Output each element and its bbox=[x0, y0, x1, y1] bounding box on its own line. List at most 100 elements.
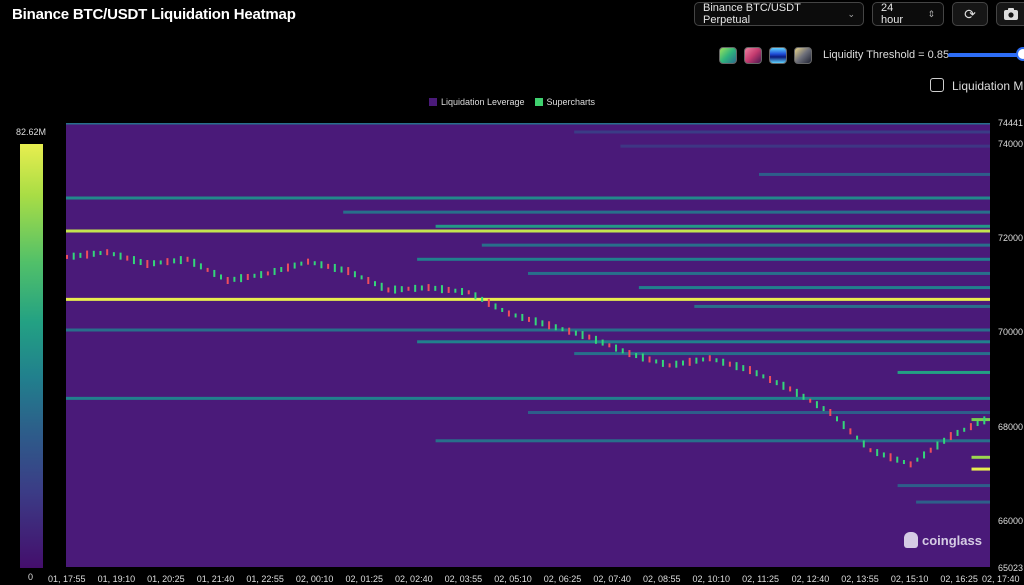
price-candle bbox=[139, 259, 142, 266]
price-candle bbox=[548, 321, 551, 330]
liquidation-mode-checkbox[interactable] bbox=[930, 78, 944, 92]
palette-blue-swatch[interactable] bbox=[769, 47, 787, 64]
legend-item-liquidation-leverage[interactable]: Liquidation Leverage bbox=[428, 97, 525, 107]
period-select[interactable]: 24 hour ⇕ bbox=[872, 2, 944, 26]
price-candle bbox=[353, 271, 356, 278]
legend-label: Supercharts bbox=[546, 97, 596, 107]
threshold-label: Liquidity Threshold = 0.85 bbox=[823, 49, 950, 61]
exchange-select[interactable]: Binance BTC/USDT Perpetual ⌄ bbox=[694, 2, 864, 26]
price-candle bbox=[742, 365, 745, 372]
price-candle bbox=[79, 252, 82, 258]
screenshot-button[interactable] bbox=[996, 2, 1024, 26]
price-candle bbox=[902, 460, 905, 465]
price-candle bbox=[923, 451, 926, 459]
price-candle bbox=[568, 327, 571, 335]
x-tick-label: 02, 08:55 bbox=[642, 574, 681, 584]
palette-dark-swatch[interactable] bbox=[794, 47, 812, 64]
threshold-slider[interactable] bbox=[948, 53, 1024, 57]
price-candle bbox=[554, 324, 557, 331]
heatmap-plot[interactable] bbox=[66, 123, 990, 567]
coinglass-watermark: coinglass bbox=[904, 532, 982, 548]
price-candle bbox=[829, 409, 832, 417]
price-candle bbox=[615, 344, 618, 352]
price-candle bbox=[494, 303, 497, 310]
price-candle bbox=[728, 361, 731, 367]
liquidity-band bbox=[66, 396, 990, 400]
heatmap-svg bbox=[66, 123, 990, 504]
price-candle bbox=[695, 357, 698, 364]
price-candle bbox=[220, 274, 222, 280]
y-tick-label: 74441 bbox=[998, 118, 1024, 128]
price-candle bbox=[487, 298, 490, 307]
chevron-down-icon: ⌄ bbox=[847, 8, 855, 19]
price-candle bbox=[722, 358, 725, 366]
price-candle bbox=[106, 249, 109, 256]
x-tick-label: 02, 16:25 bbox=[940, 574, 978, 584]
price-candle bbox=[802, 393, 805, 400]
refresh-icon: ⟳ bbox=[964, 5, 976, 22]
liquidity-band bbox=[694, 304, 990, 308]
x-tick-label: 02, 00:10 bbox=[295, 574, 334, 584]
price-candle bbox=[440, 285, 443, 294]
price-candle bbox=[541, 320, 544, 327]
price-candle bbox=[467, 290, 470, 295]
palette-picker bbox=[719, 47, 812, 64]
price-candle bbox=[936, 441, 939, 450]
liquidity-band bbox=[759, 172, 990, 176]
price-candle bbox=[661, 359, 664, 367]
price-candle bbox=[655, 359, 658, 364]
liquidity-band bbox=[481, 243, 990, 247]
price-candle bbox=[668, 363, 671, 368]
price-candle bbox=[889, 453, 892, 462]
liquidity-band bbox=[66, 123, 990, 125]
legend-swatch bbox=[428, 98, 437, 106]
legend-item-supercharts[interactable]: Supercharts bbox=[534, 97, 596, 107]
price-candle bbox=[407, 286, 410, 291]
liquidity-band bbox=[66, 328, 990, 332]
price-candle bbox=[682, 360, 684, 366]
colorbar bbox=[20, 144, 43, 568]
x-tick-label: 02, 01:25 bbox=[345, 574, 384, 584]
price-candle bbox=[782, 381, 785, 390]
price-candle bbox=[400, 286, 403, 293]
liquidation-mode-label: Liquidation M bbox=[952, 79, 1024, 93]
price-candle bbox=[608, 343, 611, 348]
price-candle bbox=[427, 284, 430, 292]
liquidity-band bbox=[435, 439, 990, 443]
price-candle bbox=[715, 358, 718, 363]
liquidity-band bbox=[620, 144, 990, 148]
y-tick-label: 65023 bbox=[998, 563, 1024, 573]
price-candle bbox=[286, 263, 289, 272]
liquidity-band bbox=[343, 210, 990, 214]
price-candle bbox=[762, 374, 765, 379]
x-tick-label: 02, 11:25 bbox=[742, 574, 779, 584]
liquidity-band bbox=[417, 257, 990, 261]
price-candle bbox=[943, 437, 946, 444]
palette-magma-swatch[interactable] bbox=[744, 47, 762, 64]
liquidity-band bbox=[574, 130, 990, 134]
y-tick-label: 70000 bbox=[998, 327, 1024, 338]
refresh-button[interactable]: ⟳ bbox=[952, 2, 988, 26]
chart-legend: Liquidation Leverage Supercharts bbox=[0, 97, 1024, 107]
price-candle bbox=[66, 254, 68, 259]
price-candle bbox=[320, 261, 323, 269]
palette-viridis-swatch[interactable] bbox=[719, 47, 737, 64]
y-tick-label: 72000 bbox=[998, 233, 1024, 244]
x-tick-label: 01, 19:10 bbox=[97, 574, 136, 584]
liquidity-band bbox=[66, 229, 990, 233]
x-tick-label: 02, 15:10 bbox=[890, 574, 929, 584]
liquidity-band bbox=[916, 500, 990, 504]
y-tick-label: 66000 bbox=[998, 515, 1024, 526]
threshold-slider-handle[interactable] bbox=[1016, 47, 1024, 61]
price-candle bbox=[159, 260, 162, 265]
price-candle bbox=[675, 360, 678, 368]
price-candle bbox=[882, 452, 885, 458]
price-candle bbox=[213, 269, 216, 277]
price-candle bbox=[327, 263, 330, 269]
price-candle bbox=[976, 421, 979, 427]
price-candle bbox=[862, 440, 865, 448]
x-tick-label: 02, 02:40 bbox=[395, 574, 433, 584]
x-tick-label: 01, 17:55 bbox=[48, 574, 86, 584]
price-candle bbox=[594, 335, 597, 344]
price-candle bbox=[574, 330, 577, 336]
